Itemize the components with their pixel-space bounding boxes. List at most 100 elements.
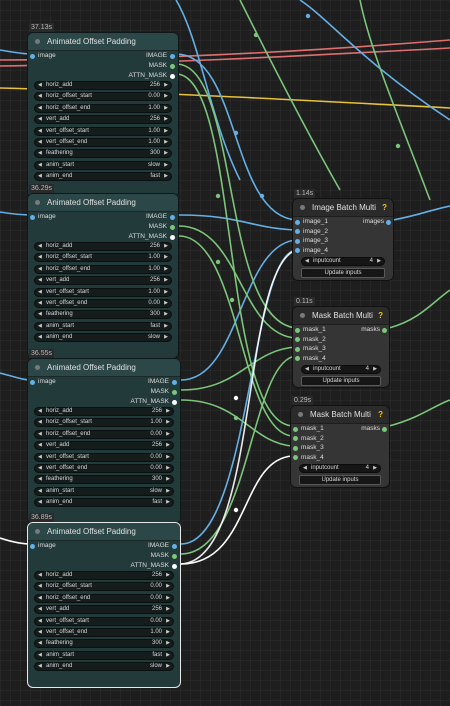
widget-value[interactable]: 300 [150,311,160,318]
increment-arrow-icon[interactable]: ▶ [164,289,168,296]
widget-anim-start[interactable]: ◀ anim_start slow ▶ [34,160,172,170]
decrement-arrow-icon[interactable]: ◀ [305,258,309,265]
decrement-arrow-icon[interactable]: ◀ [38,640,42,647]
increment-arrow-icon[interactable]: ▶ [166,431,170,438]
output-slot-dot-icon[interactable] [382,327,387,333]
output-slot-dot-icon[interactable] [170,224,175,230]
increment-arrow-icon[interactable]: ▶ [166,454,170,461]
widget-value[interactable]: 256 [150,82,160,89]
widget-feathering[interactable]: ◀ feathering 300 ▶ [34,310,172,320]
output-slot-image[interactable]: IMAGE [148,378,177,386]
output-slot-dot-icon[interactable] [172,553,177,559]
output-slot-dot-icon[interactable] [382,426,387,432]
widget-horiz-offset-end[interactable]: ◀ horiz_offset_end 0.00 ▶ [34,593,174,603]
help-icon[interactable]: ? [382,199,387,216]
widget-value[interactable]: slow [150,663,162,670]
widget-value[interactable]: 300 [150,150,160,157]
widget-anim-end[interactable]: ◀ anim_end fast ▶ [34,172,172,182]
decrement-arrow-icon[interactable]: ◀ [38,93,42,100]
combo-right-arrow-icon[interactable]: ▶ [166,488,170,495]
input-slot-mask-1[interactable]: mask_1 [293,425,324,433]
widget-value[interactable]: 0.00 [148,300,160,307]
widget-vert-add[interactable]: ◀ vert_add 256 ▶ [34,276,172,286]
widget-value[interactable]: 256 [152,606,162,613]
animated-offset-padding-node[interactable]: Animated Offset Padding image IMAGE MASK ATT… [27,32,179,198]
widget-horiz-add[interactable]: ◀ horiz_add 256 ▶ [34,242,172,251]
increment-arrow-icon[interactable]: ▶ [164,254,168,261]
output-slot-mask[interactable]: MASK [149,223,175,231]
decrement-arrow-icon[interactable]: ◀ [38,454,42,461]
widget-value[interactable]: 0.00 [150,618,162,625]
combo-right-arrow-icon[interactable]: ▶ [166,652,170,659]
output-slot-masks[interactable]: masks [361,425,387,433]
decrement-arrow-icon[interactable]: ◀ [38,311,42,318]
increment-arrow-icon[interactable]: ▶ [166,465,170,472]
combo-right-arrow-icon[interactable]: ▶ [166,499,170,506]
output-slot-masks[interactable]: masks [361,326,387,334]
output-slot-images[interactable]: images [363,218,391,226]
widget-feathering[interactable]: ◀ feathering 300 ▶ [34,475,174,485]
decrement-arrow-icon[interactable]: ◀ [38,431,42,438]
decrement-arrow-icon[interactable]: ◀ [38,419,42,426]
increment-arrow-icon[interactable]: ▶ [164,277,168,284]
increment-arrow-icon[interactable]: ▶ [166,572,170,579]
input-slot-dot-icon[interactable] [295,356,300,362]
increment-arrow-icon[interactable]: ▶ [164,82,168,89]
help-icon[interactable]: ? [378,307,383,324]
decrement-arrow-icon[interactable]: ◀ [38,408,42,415]
increment-arrow-icon[interactable]: ▶ [373,465,377,472]
output-slot-image[interactable]: IMAGE [146,52,175,60]
node-title[interactable]: Animated Offset Padding [28,33,178,51]
widget-value[interactable]: fast [150,173,160,180]
widget-vert-offset-start[interactable]: ◀ vert_offset_start 1.00 ▶ [34,126,172,136]
input-slot-dot-icon[interactable] [30,543,35,549]
animated-offset-padding-node[interactable]: Animated Offset Padding image IMAGE MASK ATT… [27,358,181,524]
combo-right-arrow-icon[interactable]: ▶ [164,334,168,341]
widget-horiz-offset-start[interactable]: ◀ horiz_offset_start 1.00 ▶ [34,418,174,428]
combo-left-arrow-icon[interactable]: ◀ [38,499,42,506]
widget-value[interactable]: 1.00 [148,139,160,146]
decrement-arrow-icon[interactable]: ◀ [38,150,42,157]
input-slot-image[interactable]: image [30,213,56,221]
output-slot-image[interactable]: IMAGE [148,542,177,550]
input-slot-image-3[interactable]: image_3 [295,237,328,245]
increment-arrow-icon[interactable]: ▶ [166,442,170,449]
decrement-arrow-icon[interactable]: ◀ [38,572,42,579]
update-inputs-button[interactable]: Update inputs [301,376,381,386]
widget-value[interactable]: 256 [152,408,162,415]
widget-horiz-offset-end[interactable]: ◀ horiz_offset_end 1.00 ▶ [34,103,172,113]
output-slot-dot-icon[interactable] [172,543,177,549]
combo-left-arrow-icon[interactable]: ◀ [38,323,42,330]
decrement-arrow-icon[interactable]: ◀ [305,366,309,373]
decrement-arrow-icon[interactable]: ◀ [38,583,42,590]
output-slot-dot-icon[interactable] [172,379,177,385]
increment-arrow-icon[interactable]: ▶ [166,618,170,625]
decrement-arrow-icon[interactable]: ◀ [38,595,42,602]
widget-value[interactable]: fast [150,323,160,330]
input-slot-dot-icon[interactable] [295,229,300,235]
increment-arrow-icon[interactable]: ▶ [164,116,168,123]
widget-feathering[interactable]: ◀ feathering 300 ▶ [34,639,174,649]
output-slot-mask[interactable]: MASK [151,552,177,560]
decrement-arrow-icon[interactable]: ◀ [303,465,307,472]
combo-left-arrow-icon[interactable]: ◀ [38,663,42,670]
increment-arrow-icon[interactable]: ▶ [164,128,168,135]
combo-right-arrow-icon[interactable]: ▶ [164,173,168,180]
node-title[interactable]: Mask Batch Multi? [291,406,389,424]
help-icon[interactable]: ? [378,406,383,423]
animated-offset-padding-node[interactable]: Animated Offset Padding image IMAGE MASK ATT… [27,522,181,688]
widget-value[interactable]: slow [148,162,160,169]
widget-vert-offset-start[interactable]: ◀ vert_offset_start 0.00 ▶ [34,616,174,626]
output-slot-attn_mask[interactable]: ATTN_MASK [128,233,175,241]
widget-vert-offset-start[interactable]: ◀ vert_offset_start 1.00 ▶ [34,287,172,297]
decrement-arrow-icon[interactable]: ◀ [38,465,42,472]
widget-value[interactable]: fast [152,499,162,506]
decrement-arrow-icon[interactable]: ◀ [38,289,42,296]
input-slot-dot-icon[interactable] [293,426,298,432]
increment-arrow-icon[interactable]: ▶ [166,640,170,647]
increment-arrow-icon[interactable]: ▶ [166,595,170,602]
widget-inputcount[interactable]: ◀ inputcount 4 ▶ [301,365,381,374]
decrement-arrow-icon[interactable]: ◀ [38,254,42,261]
decrement-arrow-icon[interactable]: ◀ [38,618,42,625]
input-slot-dot-icon[interactable] [293,436,298,442]
